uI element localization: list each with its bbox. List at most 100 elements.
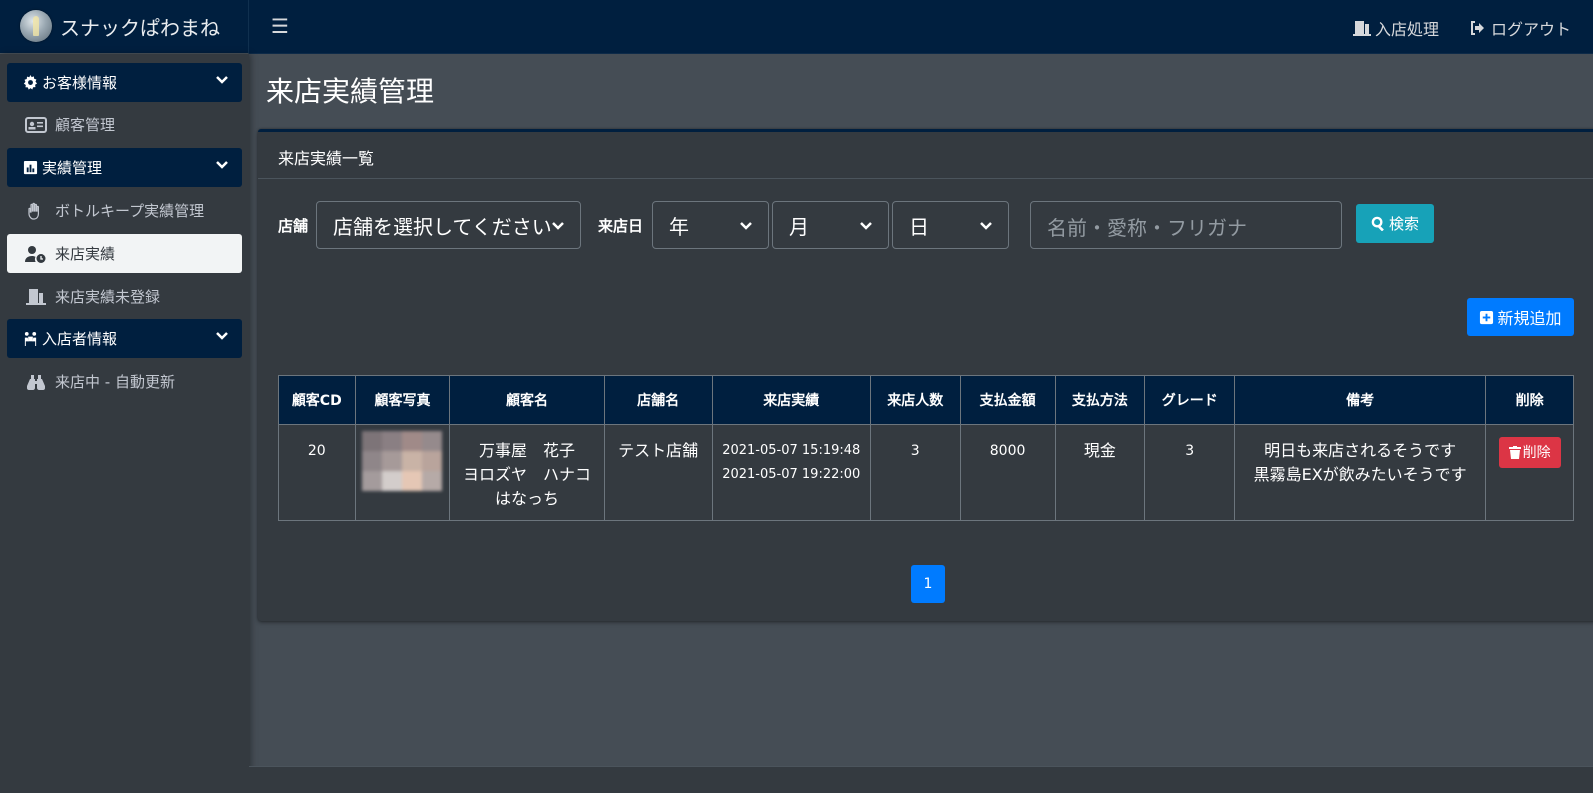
chevron-down-icon xyxy=(216,161,228,169)
col-delete: 削除 xyxy=(1485,375,1574,425)
visit-date-label: 来店日 xyxy=(598,217,644,235)
pagination-page-1[interactable]: 1 xyxy=(911,565,945,603)
col-memo: 備考 xyxy=(1234,375,1487,425)
visit-results-card: 来店実績一覧 店舗 店舗を選択してください 来店日 年 月 日 名前・愛称・フリ… xyxy=(258,129,1593,621)
checkin-link[interactable]: 入店処理 xyxy=(1352,16,1439,40)
customer-kana: ヨロズヤ ハナコ xyxy=(462,465,591,484)
store-name: テスト店舗 xyxy=(603,424,713,521)
sidebar-section-label: 入店者情報 xyxy=(42,330,118,348)
people-carry-icon xyxy=(24,331,37,346)
customer-photo[interactable] xyxy=(362,431,443,491)
navbar-right: 入店処理 ログアウト xyxy=(1352,16,1571,40)
chart-icon xyxy=(23,160,38,175)
sidebar-item-visiting-now[interactable]: 来店中 - 自動更新 xyxy=(7,362,242,401)
month-select-value: 月 xyxy=(789,214,809,239)
col-people: 来店人数 xyxy=(869,375,961,425)
sidebar-item-label: ボトルキープ実績管理 xyxy=(55,202,205,220)
customer-nickname: はなっち xyxy=(494,489,559,508)
brand-logo xyxy=(20,10,52,42)
chevron-down-icon xyxy=(860,222,872,230)
page-title: 来店実績管理 xyxy=(266,75,435,108)
col-photo: 顧客写真 xyxy=(354,375,451,425)
delete-label: 削除 xyxy=(1522,444,1551,461)
plus-square-icon xyxy=(1480,310,1494,324)
brand-link[interactable]: スナックぱわまね xyxy=(0,0,249,54)
chevron-down-icon xyxy=(216,76,228,84)
search-button-label: 検索 xyxy=(1388,215,1419,233)
door-icon xyxy=(1352,21,1371,36)
add-new-label: 新規追加 xyxy=(1497,309,1562,328)
table-header-row: 顧客CD 顧客写真 顧客名 店舗名 来店実績 来店人数 支払金額 支払方法 グレ… xyxy=(278,375,1574,425)
gear-icon xyxy=(23,75,38,90)
trash-icon xyxy=(1508,446,1521,459)
checkin-label: 入店処理 xyxy=(1374,20,1439,39)
hand-icon xyxy=(28,202,39,220)
customer-cd: 20 xyxy=(278,424,356,521)
id-card-icon xyxy=(25,116,47,133)
sidebar-item-label: 来店実績 xyxy=(55,245,116,263)
memo-line: 明日も来店されるそうです xyxy=(1264,441,1457,460)
col-name: 顧客名 xyxy=(449,375,605,425)
visit-in-time: 2021-05-07 15:19:48 xyxy=(722,443,861,458)
search-icon xyxy=(1371,216,1384,231)
add-new-button[interactable]: 新規追加 xyxy=(1467,298,1574,336)
month-select[interactable]: 月 xyxy=(772,201,889,249)
sidebar-item-unregistered-visits[interactable]: 来店実績未登録 xyxy=(7,277,242,316)
year-select[interactable]: 年 xyxy=(652,201,769,249)
delete-button[interactable]: 削除 xyxy=(1498,437,1561,468)
chevron-down-icon xyxy=(740,222,752,230)
binoculars-icon xyxy=(27,374,45,390)
grade: 3 xyxy=(1144,424,1236,521)
sidebar-section-label: お客様情報 xyxy=(42,74,118,92)
col-grade: グレード xyxy=(1144,375,1236,425)
customer-name: 万事屋 花子 xyxy=(478,441,575,460)
menu-toggle-icon[interactable]: ☰ xyxy=(271,14,289,38)
sidebar-item-bottle-keep[interactable]: ボトルキープ実績管理 xyxy=(7,191,242,230)
sidebar-section-customer-info[interactable]: お客様情報 xyxy=(7,63,242,102)
top-navbar: スナックぱわまね ☰ 入店処理 ログアウト xyxy=(0,0,1593,54)
sidebar-item-label: 来店中 - 自動更新 xyxy=(55,373,175,391)
card-title: 来店実績一覧 xyxy=(258,132,1593,179)
logout-label: ログアウト xyxy=(1490,20,1571,39)
user-clock-icon xyxy=(25,245,46,263)
sidebar-section-results[interactable]: 実績管理 xyxy=(7,148,242,187)
col-customer-cd: 顧客CD xyxy=(278,375,356,425)
year-select-value: 年 xyxy=(669,214,689,239)
day-select[interactable]: 日 xyxy=(892,201,1009,249)
col-visit: 来店実績 xyxy=(711,375,871,425)
sidebar-item-customer-management[interactable]: 顧客管理 xyxy=(7,105,242,144)
sidebar-item-visit-results[interactable]: 来店実績 xyxy=(7,234,242,273)
chevron-down-icon xyxy=(552,222,564,230)
sidebar-section-visitor-info[interactable]: 入店者情報 xyxy=(7,319,242,358)
chevron-down-icon xyxy=(216,332,228,340)
visit-out-time: 2021-05-07 19:22:00 xyxy=(722,467,861,482)
table-row: 20 万事屋 花子 ヨロズヤ ハナコ はなっち テスト店舗 2021-05-07… xyxy=(278,424,1574,521)
visit-results-table: 顧客CD 顧客写真 顧客名 店舗名 来店実績 来店人数 支払金額 支払方法 グレ… xyxy=(278,375,1574,521)
logout-link[interactable]: ログアウト xyxy=(1469,16,1571,40)
day-select-value: 日 xyxy=(909,214,929,239)
payment-amount: 8000 xyxy=(959,424,1056,521)
memo-line: 黒霧島EXが飲みたいそうです xyxy=(1253,465,1467,484)
sign-out-icon xyxy=(1470,21,1484,35)
payment-method: 現金 xyxy=(1054,424,1146,521)
footer xyxy=(249,766,1593,793)
people-count: 3 xyxy=(869,424,961,521)
memo-cell: 明日も来店されるそうです 黒霧島EXが飲みたいそうです xyxy=(1234,424,1487,521)
chevron-down-icon xyxy=(980,222,992,230)
visit-cell: 2021-05-07 15:19:48 2021-05-07 19:22:00 xyxy=(711,424,871,521)
customer-photo-cell xyxy=(354,424,451,521)
store-label: 店舗 xyxy=(278,217,309,235)
col-amount: 支払金額 xyxy=(959,375,1056,425)
customer-name-cell: 万事屋 花子 ヨロズヤ ハナコ はなっち xyxy=(449,424,605,521)
sidebar-section-label: 実績管理 xyxy=(42,159,103,177)
col-store: 店舗名 xyxy=(603,375,713,425)
search-button[interactable]: 検索 xyxy=(1356,204,1434,243)
sidebar-item-label: 来店実績未登録 xyxy=(55,288,161,306)
name-search-placeholder: 名前・愛称・フリガナ xyxy=(1047,216,1247,240)
sidebar: お客様情報 顧客管理 実績管理 ボトルキープ実績管理 来店実績 来店実績未登録 … xyxy=(0,54,249,793)
delete-cell: 削除 xyxy=(1485,424,1574,521)
store-select[interactable]: 店舗を選択してください xyxy=(316,201,581,249)
brand-name: スナックぱわまね xyxy=(60,16,220,40)
name-search-input[interactable]: 名前・愛称・フリガナ xyxy=(1030,201,1342,249)
col-payment: 支払方法 xyxy=(1054,375,1146,425)
